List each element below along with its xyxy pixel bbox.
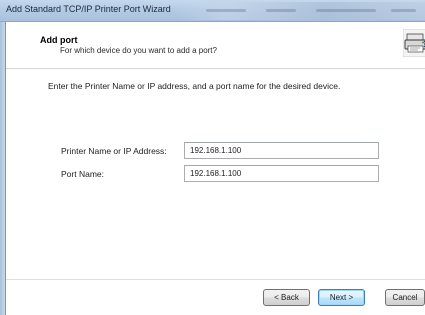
- wizard-header: Add port For which device do you want to…: [6, 22, 425, 69]
- title-bar[interactable]: Add Standard TCP/IP Printer Port Wizard: [0, 0, 425, 22]
- header-title: Add port: [40, 35, 78, 45]
- printer-name-label: Printer Name or IP Address:: [61, 146, 167, 156]
- port-name-label: Port Name:: [61, 169, 104, 179]
- cancel-button[interactable]: Cancel: [385, 289, 425, 306]
- next-button[interactable]: Next >: [318, 289, 365, 306]
- port-name-input[interactable]: [184, 165, 379, 182]
- printer-port-icon: [403, 29, 425, 57]
- title-bar-background: [176, 2, 425, 20]
- header-subtitle: For which device do you want to add a po…: [60, 46, 217, 55]
- window-title: Add Standard TCP/IP Printer Port Wizard: [6, 4, 171, 14]
- printer-name-input[interactable]: [184, 142, 379, 159]
- back-button[interactable]: < Back: [263, 289, 310, 306]
- instruction-text: Enter the Printer Name or IP address, an…: [48, 81, 341, 91]
